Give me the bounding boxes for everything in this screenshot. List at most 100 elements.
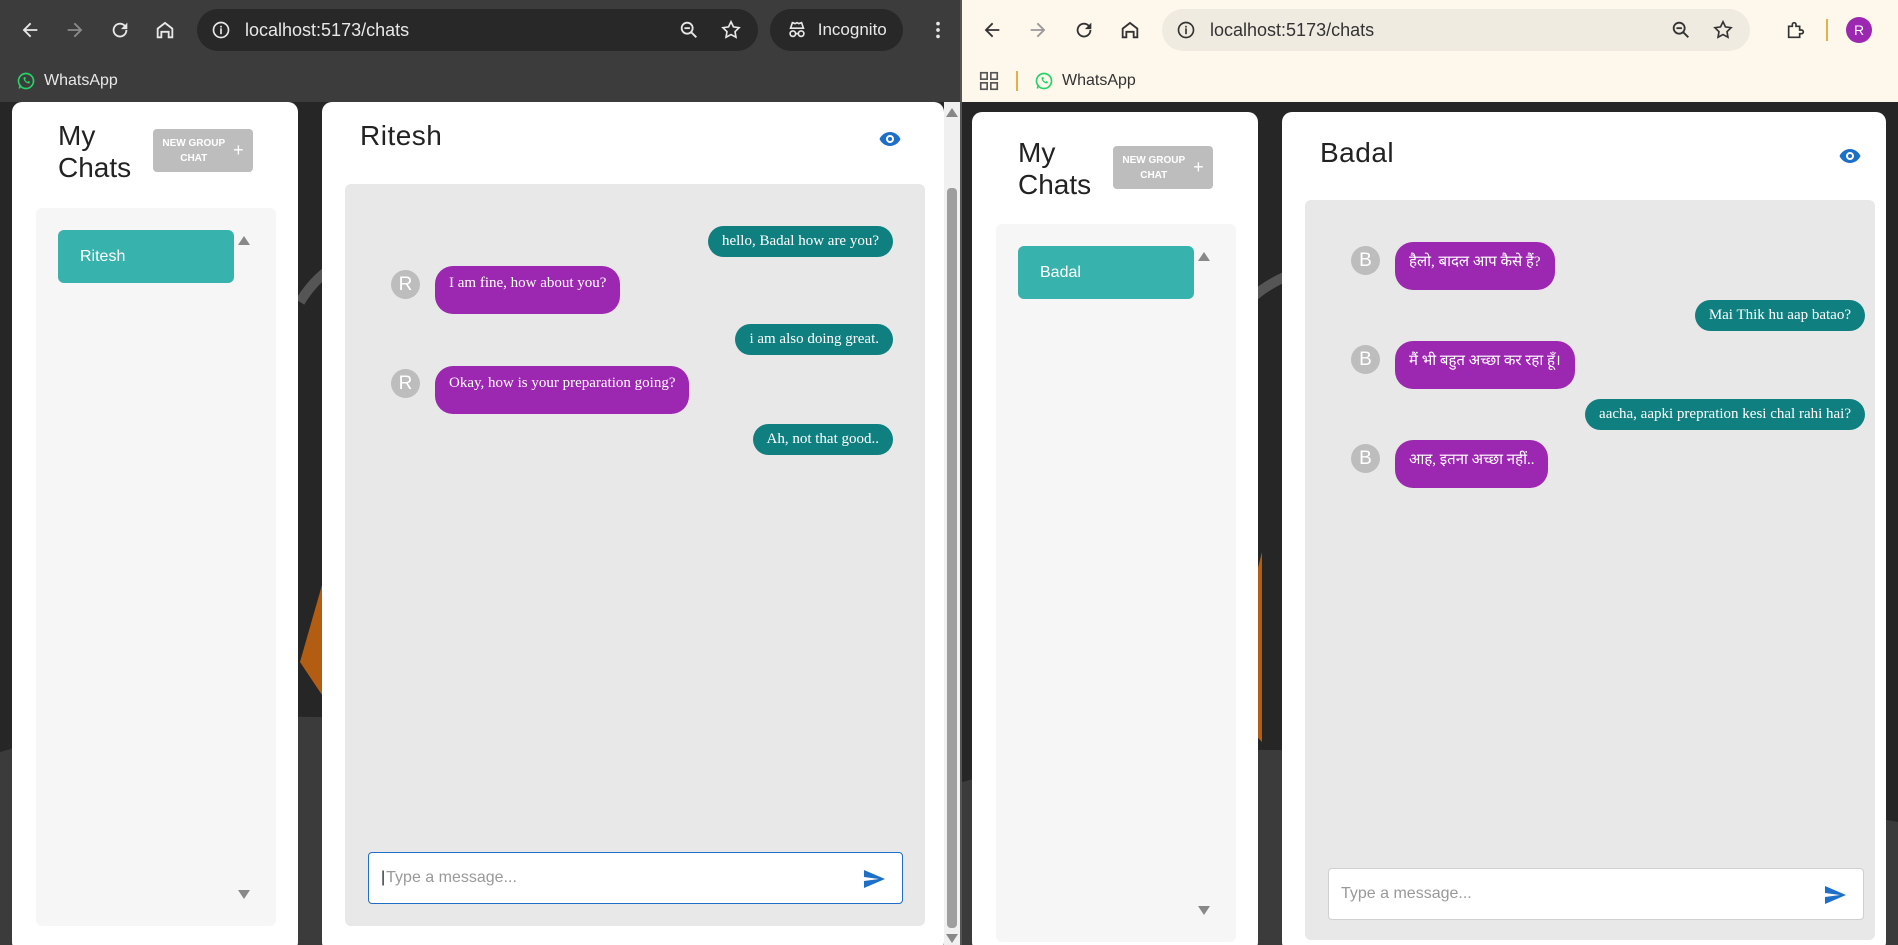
forward-icon[interactable] <box>53 8 96 52</box>
home-icon[interactable] <box>144 8 187 52</box>
message-received: I am fine, how about you? <box>435 266 621 314</box>
home-icon[interactable] <box>1108 8 1152 52</box>
scroll-down-arrow-icon[interactable] <box>1198 906 1210 915</box>
new-group-label-line1: NEW GROUP <box>162 137 226 149</box>
page-scrollbar[interactable] <box>944 102 960 945</box>
chat-list-item[interactable]: Ritesh <box>58 230 234 283</box>
plus-icon: + <box>1193 157 1204 177</box>
back-icon[interactable] <box>8 8 51 52</box>
avatar: B <box>1351 345 1380 374</box>
view-profile-eye-icon[interactable] <box>1838 144 1862 168</box>
left-browser-window: localhost:5173/chats Incognito WhatsApp <box>0 0 960 945</box>
message-input[interactable]: Type a message... <box>1328 868 1864 920</box>
extensions-puzzle-icon[interactable] <box>1774 8 1818 52</box>
send-icon[interactable] <box>1823 883 1847 907</box>
toolbar-separator <box>1826 19 1828 41</box>
browser-toolbar: localhost:5173/chats Incognito <box>0 0 960 60</box>
send-icon[interactable] <box>862 867 886 891</box>
back-icon[interactable] <box>970 8 1014 52</box>
message-text: मैं भी बहुत अच्छा कर रहा हूँ। <box>1409 353 1561 369</box>
message-input-placeholder: Type a message... <box>1341 885 1472 902</box>
message-text: आह, इतना अच्छा नहीं.. <box>1409 452 1535 468</box>
message-text: Ah, not that good.. <box>766 431 880 447</box>
bookmark-star-icon[interactable] <box>1712 19 1734 41</box>
chat-list: Badal <box>996 224 1236 942</box>
avatar: R <box>391 270 420 299</box>
whatsapp-icon <box>1035 72 1053 90</box>
page-viewport: My Chats NEW GROUP CHAT + Badal Badal B … <box>962 102 1898 945</box>
apps-grid-icon[interactable] <box>978 70 1000 92</box>
incognito-badge[interactable]: Incognito <box>769 9 903 51</box>
page-viewport: My Chats NEW GROUP CHAT + Ritesh Ritesh <box>0 102 960 945</box>
scroll-up-arrow-icon[interactable] <box>238 236 250 245</box>
chat-list-item-name: Badal <box>1040 263 1081 281</box>
message-input[interactable]: | Type a message... <box>368 852 903 904</box>
bookmark-label: WhatsApp <box>44 72 118 89</box>
bookmarks-separator <box>1016 71 1018 91</box>
message-received: मैं भी बहुत अच्छा कर रहा हूँ। <box>1395 341 1575 389</box>
address-bar[interactable]: localhost:5173/chats <box>1162 9 1750 51</box>
message-received: Okay, how is your preparation going? <box>435 366 690 414</box>
message-text: hello, Badal how are you? <box>721 233 879 249</box>
profile-avatar[interactable]: R <box>1846 17 1872 43</box>
bookmark-star-icon[interactable] <box>720 19 742 41</box>
bookmarks-bar: WhatsApp <box>0 60 960 102</box>
chat-header-name: Badal <box>1320 137 1395 168</box>
reload-icon[interactable] <box>99 8 142 52</box>
scroll-up-arrow-icon[interactable] <box>1198 252 1210 261</box>
site-info-icon[interactable] <box>1176 20 1196 40</box>
whatsapp-icon <box>17 72 35 90</box>
chat-panel: Badal B हैलो, बादल आप कैसे हैं? Mai Thik… <box>1282 112 1886 945</box>
bookmark-label: WhatsApp <box>1062 72 1136 89</box>
new-group-label-line2: CHAT <box>1140 169 1168 181</box>
url-text: localhost:5173/chats <box>245 19 410 40</box>
new-group-chat-button[interactable]: NEW GROUP CHAT + <box>153 129 253 172</box>
chat-list-item[interactable]: Badal <box>1018 246 1194 299</box>
forward-icon[interactable] <box>1016 8 1060 52</box>
bookmark-whatsapp[interactable]: WhatsApp <box>16 71 118 91</box>
menu-kebab-icon[interactable] <box>917 8 960 52</box>
incognito-label: Incognito <box>817 20 887 39</box>
view-profile-eye-icon[interactable] <box>878 127 902 151</box>
message-sent: aacha, aapki prepration kesi chal rahi h… <box>1585 399 1865 430</box>
incognito-icon <box>789 21 805 38</box>
avatar: B <box>1351 246 1380 275</box>
page-scroll-thumb[interactable] <box>947 188 957 928</box>
message-text: I am fine, how about you? <box>449 275 607 291</box>
scroll-down-arrow-icon[interactable] <box>238 890 250 899</box>
my-chats-title-line2: Chats <box>58 152 132 183</box>
my-chats-title-line2: Chats <box>1018 169 1092 200</box>
message-sent: Mai Thik hu aap batao? <box>1694 300 1865 331</box>
chat-panel: Ritesh hello, Badal how are you? R I am … <box>322 102 944 945</box>
message-received: आह, इतना अच्छा नहीं.. <box>1395 440 1549 488</box>
page-scroll-up-icon[interactable] <box>946 108 958 117</box>
site-info-icon[interactable] <box>211 20 231 40</box>
new-group-label-line2: CHAT <box>180 152 208 164</box>
new-group-label-line1: NEW GROUP <box>1122 154 1186 166</box>
message-text: Okay, how is your preparation going? <box>449 375 676 391</box>
my-chats-title: My Chats <box>58 120 131 184</box>
message-area: B हैलो, बादल आप कैसे हैं? Mai Thik hu aa… <box>1305 200 1875 940</box>
browser-toolbar: localhost:5173/chats R <box>962 0 1898 60</box>
message-text: Mai Thik hu aap batao? <box>1708 307 1851 323</box>
address-bar[interactable]: localhost:5173/chats <box>197 9 758 51</box>
message-received: हैलो, बादल आप कैसे हैं? <box>1395 242 1555 290</box>
avatar: B <box>1351 444 1380 473</box>
avatar: R <box>391 369 420 398</box>
new-group-chat-button[interactable]: NEW GROUP CHAT + <box>1113 146 1213 189</box>
url-text: localhost:5173/chats <box>1210 19 1375 40</box>
message-text: i am also doing great. <box>749 331 879 347</box>
my-chats-title-line1: My <box>1018 137 1056 168</box>
my-chats-title-line1: My <box>58 120 96 151</box>
zoom-icon[interactable] <box>1670 19 1692 41</box>
chat-list: Ritesh <box>36 208 276 926</box>
my-chats-panel: My Chats NEW GROUP CHAT + Ritesh <box>12 102 298 945</box>
chat-list-item-name: Ritesh <box>80 247 126 265</box>
right-browser-window: localhost:5173/chats R WhatsApp My Chats… <box>962 0 1898 945</box>
page-scroll-down-icon[interactable] <box>946 934 958 943</box>
reload-icon[interactable] <box>1062 8 1106 52</box>
zoom-icon[interactable] <box>678 19 700 41</box>
bookmark-whatsapp[interactable]: WhatsApp <box>1034 71 1136 91</box>
plus-icon: + <box>233 140 244 160</box>
message-input-placeholder: Type a message... <box>386 869 517 886</box>
